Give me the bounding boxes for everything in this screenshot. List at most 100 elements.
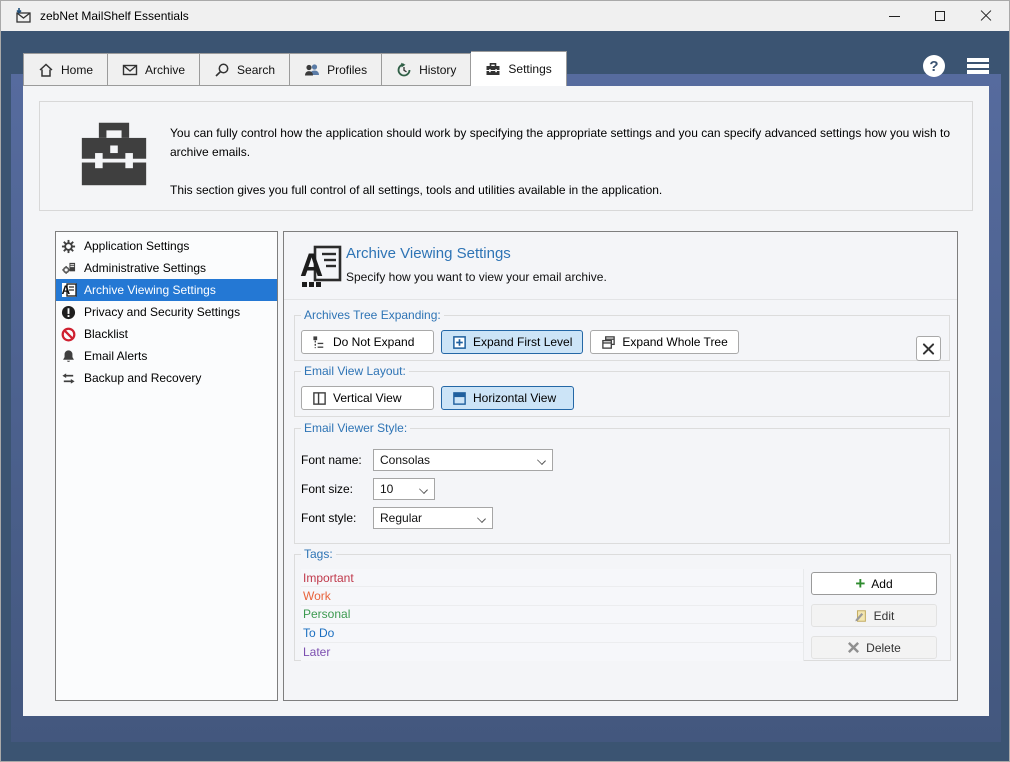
chevron-down-icon	[419, 485, 428, 494]
sidebar-item-privacy-security[interactable]: Privacy and Security Settings	[56, 301, 277, 323]
content-panel: You can fully control how the applicatio…	[23, 86, 989, 716]
history-icon	[396, 62, 412, 78]
sidebar-item-label: Archive Viewing Settings	[84, 283, 216, 297]
top-right-icons: ?	[923, 55, 989, 77]
group-legend: Email Viewer Style:	[301, 421, 410, 435]
sidebar-item-blacklist[interactable]: Blacklist	[56, 323, 277, 345]
settings-category-list: Application Settings Administrative Sett…	[55, 231, 278, 701]
group-email-view-layout: Email View Layout: Vertical View	[294, 364, 950, 417]
maximize-button[interactable]	[917, 1, 963, 31]
toolbox-icon	[485, 61, 501, 77]
clear-selection-button[interactable]	[916, 336, 941, 361]
gear-icon	[60, 238, 77, 255]
window-title: zebNet MailShelf Essentials	[40, 9, 189, 23]
x-icon	[847, 641, 860, 654]
tag-label: Later	[303, 645, 330, 659]
window-stack-icon	[601, 335, 616, 350]
do-not-expand-button[interactable]: Do Not Expand	[301, 330, 434, 354]
group-legend: Archives Tree Expanding:	[301, 308, 444, 322]
sidebar-item-backup-recovery[interactable]: Backup and Recovery	[56, 367, 277, 389]
section-title: Archive Viewing Settings	[346, 245, 511, 262]
mail-download-icon	[14, 7, 32, 25]
delete-tag-button[interactable]: Delete	[811, 636, 937, 659]
sidebar-item-label: Application Settings	[84, 239, 189, 253]
maximize-icon	[935, 11, 945, 21]
sidebar-item-label: Blacklist	[84, 327, 128, 341]
close-button[interactable]	[963, 1, 1009, 31]
tag-label: To Do	[303, 626, 334, 640]
font-size-label: Font size:	[301, 482, 373, 496]
font-size-select[interactable]: 10	[373, 478, 435, 500]
sidebar-item-label: Email Alerts	[84, 349, 147, 363]
horizontal-view-button[interactable]: Horizontal View	[441, 386, 574, 410]
section-subtitle: Specify how you want to view your email …	[346, 270, 607, 284]
tab-label: Search	[237, 63, 275, 77]
prohibition-icon	[60, 326, 77, 343]
font-size-row: Font size: 10	[301, 478, 943, 500]
tag-label: Important	[303, 571, 354, 585]
group-tags: Tags: Important Work Personal To Do Late…	[294, 547, 951, 661]
group-legend: Tags:	[301, 547, 336, 561]
button-label: Do Not Expand	[333, 335, 414, 349]
button-label: Add	[871, 577, 892, 591]
expand-plus-icon	[452, 335, 467, 350]
sidebar-item-label: Administrative Settings	[84, 261, 206, 275]
menu-button[interactable]	[967, 58, 989, 74]
edit-tag-button[interactable]: Edit	[811, 604, 937, 627]
tab-label: History	[419, 63, 456, 77]
tree-list-icon	[312, 335, 327, 350]
tag-row-personal[interactable]: Personal	[301, 606, 803, 624]
window-controls	[871, 1, 1009, 31]
bell-icon	[60, 348, 77, 365]
tag-actions: + Add Edit	[804, 569, 944, 661]
tab-home[interactable]: Home	[23, 53, 108, 86]
tab-settings[interactable]: Settings	[471, 51, 566, 86]
font-style-select[interactable]: Regular	[373, 507, 493, 529]
minimize-button[interactable]	[871, 1, 917, 31]
sidebar-item-email-alerts[interactable]: Email Alerts	[56, 345, 277, 367]
font-name-label: Font name:	[301, 453, 373, 467]
expand-whole-tree-button[interactable]: Expand Whole Tree	[590, 330, 738, 354]
tab-profiles[interactable]: Profiles	[290, 53, 382, 86]
titlebar: zebNet MailShelf Essentials	[1, 1, 1009, 31]
exclamation-icon	[60, 304, 77, 321]
tab-label: Profiles	[327, 63, 367, 77]
font-style-row: Font style: Regular	[301, 507, 943, 529]
minimize-icon	[889, 16, 900, 17]
sync-arrows-icon	[60, 370, 77, 387]
help-button[interactable]: ?	[923, 55, 945, 77]
tab-archive[interactable]: Archive	[108, 53, 200, 86]
archive-viewing-settings-panel: A Archive Viewing Settings Specify how y…	[283, 231, 958, 701]
chevron-down-icon	[477, 514, 486, 523]
expand-first-level-button[interactable]: Expand First Level	[441, 330, 583, 354]
settings-intro-box: You can fully control how the applicatio…	[39, 101, 973, 211]
tag-row-later[interactable]: Later	[301, 643, 803, 661]
tag-label: Work	[303, 589, 331, 603]
section-header: A Archive Viewing Settings Specify how y…	[284, 232, 957, 300]
archive-view-icon: A	[60, 282, 77, 299]
intro-paragraph-1: You can fully control how the applicatio…	[170, 124, 954, 162]
tab-history[interactable]: History	[382, 53, 471, 86]
tag-row-work[interactable]: Work	[301, 587, 803, 605]
tag-list[interactable]: Important Work Personal To Do Later	[301, 569, 804, 661]
font-name-row: Font name: Consolas	[301, 449, 943, 471]
button-label: Expand First Level	[473, 335, 572, 349]
search-icon	[214, 62, 230, 78]
tag-row-important[interactable]: Important	[301, 569, 803, 587]
settings-intro-text: You can fully control how the applicatio…	[170, 124, 954, 200]
home-icon	[38, 62, 54, 78]
pencil-note-icon	[854, 609, 868, 623]
button-label: Expand Whole Tree	[622, 335, 727, 349]
vertical-view-button[interactable]: Vertical View	[301, 386, 434, 410]
sidebar-item-administrative-settings[interactable]: Administrative Settings	[56, 257, 277, 279]
question-icon: ?	[929, 58, 938, 75]
add-tag-button[interactable]: + Add	[811, 572, 937, 595]
sidebar-item-archive-viewing-settings[interactable]: A Archive Viewing Settings	[56, 279, 277, 301]
sidebar-item-application-settings[interactable]: Application Settings	[56, 235, 277, 257]
tag-row-todo[interactable]: To Do	[301, 624, 803, 642]
font-name-select[interactable]: Consolas	[373, 449, 553, 471]
group-archives-tree-expanding: Archives Tree Expanding: Do Not Expand	[294, 308, 950, 361]
sidebar-item-label: Privacy and Security Settings	[84, 305, 240, 319]
view-layout-options: Vertical View Horizontal View	[301, 386, 943, 410]
tab-search[interactable]: Search	[200, 53, 290, 86]
